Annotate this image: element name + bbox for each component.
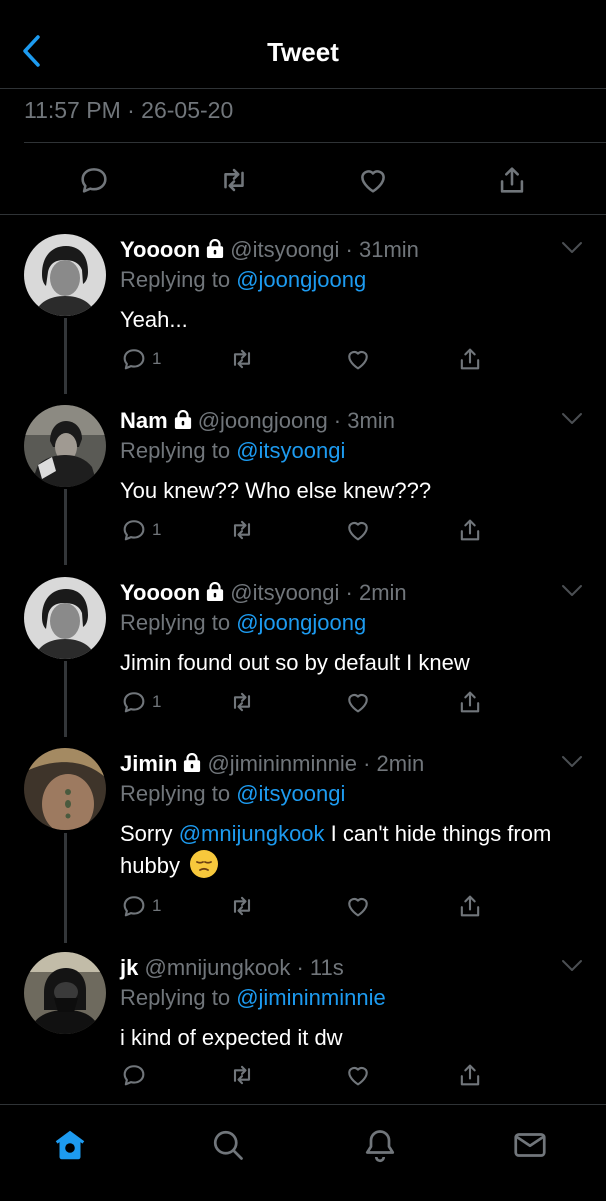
page-title: Tweet <box>267 37 339 67</box>
reply-button[interactable]: 1 <box>120 512 161 548</box>
reply-icon[interactable] <box>76 162 112 198</box>
avatar[interactable] <box>24 748 106 830</box>
reply-button[interactable]: 1 <box>120 888 161 924</box>
mention-link[interactable]: @joongjoong <box>236 610 366 635</box>
replying-to: Replying to @itsyoongi <box>120 781 346 806</box>
reply-icon <box>120 688 148 716</box>
avatar[interactable] <box>24 234 106 316</box>
thread-connector <box>64 833 67 943</box>
replying-to: Replying to @itsyoongi <box>120 438 346 463</box>
post-time: 3min <box>347 408 395 433</box>
reply-button[interactable] <box>120 1057 152 1093</box>
avatar[interactable] <box>24 952 106 1034</box>
user-handle: @itsyoongi <box>230 580 340 605</box>
retweet-icon[interactable] <box>228 684 256 720</box>
chevron-down-icon[interactable] <box>560 958 584 974</box>
tweet-text: Jimin found out so by default I knew <box>120 650 470 675</box>
replying-to: Replying to @jimininminnie <box>120 985 386 1010</box>
display-name[interactable]: Yoooon <box>120 580 200 605</box>
messages-icon[interactable] <box>508 1123 552 1167</box>
share-icon[interactable] <box>456 1057 484 1093</box>
like-icon[interactable] <box>344 1057 372 1093</box>
like-icon[interactable] <box>344 341 372 377</box>
chevron-down-icon[interactable] <box>560 240 584 256</box>
user-handle: @joongjoong <box>197 408 328 433</box>
share-icon[interactable] <box>456 888 484 924</box>
like-icon[interactable] <box>344 888 372 924</box>
post-time: 2min <box>376 751 425 776</box>
post-time: 11s <box>309 955 344 980</box>
post-time: 2min <box>358 580 407 605</box>
chevron-down-icon[interactable] <box>560 754 584 770</box>
tweet-actions: 1 <box>110 341 490 377</box>
avatar[interactable] <box>24 577 106 659</box>
thread-connector <box>64 489 67 565</box>
reply-icon <box>120 516 148 544</box>
bottom-tab-bar <box>0 1104 606 1201</box>
user-handle: @jimininminnie <box>207 751 357 776</box>
post-time: 31min <box>358 237 419 262</box>
replying-to: Replying to @joongjoong <box>120 267 367 292</box>
display-name[interactable]: Jimin <box>120 751 177 776</box>
mention-link[interactable]: @joongjoong <box>236 267 366 292</box>
search-icon[interactable] <box>206 1123 250 1167</box>
display-name[interactable]: jk <box>120 955 138 980</box>
reply-button[interactable]: 1 <box>120 341 161 377</box>
user-handle: @mnijungkook <box>144 955 291 980</box>
share-icon[interactable] <box>456 512 484 548</box>
mention-link[interactable]: @itsyoongi <box>236 781 345 806</box>
thread-connector <box>64 318 67 394</box>
mention-link[interactable]: @itsyoongi <box>236 438 345 463</box>
retweet-icon[interactable] <box>228 512 256 548</box>
tweet-text: Yeah... <box>120 307 188 332</box>
display-name[interactable]: Nam <box>120 408 168 433</box>
home-icon[interactable] <box>48 1123 92 1167</box>
share-icon[interactable] <box>494 162 530 198</box>
user-handle: @itsyoongi <box>230 237 340 262</box>
lock-icon <box>206 239 224 259</box>
lock-icon <box>206 582 224 602</box>
like-icon[interactable] <box>344 684 372 720</box>
tweet-text: i kind of expected it dw <box>120 1025 343 1050</box>
like-icon[interactable] <box>355 162 391 198</box>
reply-icon <box>120 892 148 920</box>
tweet-actions: 1 <box>110 512 490 548</box>
tweet-actions: 1 <box>110 888 490 924</box>
share-icon[interactable] <box>456 341 484 377</box>
chevron-down-icon[interactable] <box>560 411 584 427</box>
lock-icon <box>183 753 201 773</box>
avatar[interactable] <box>24 405 106 487</box>
lock-icon <box>174 410 192 430</box>
top-nav-bar: Tweet <box>0 0 606 89</box>
display-name[interactable]: Yoooon <box>120 237 200 262</box>
tweet-text: Sorry @mnijungkook I can't hide things f… <box>120 821 552 878</box>
tweet-timestamp: 11:57 PM · 26-05-20 <box>24 97 234 123</box>
notifications-icon[interactable] <box>358 1123 402 1167</box>
tweet-actions <box>110 1057 490 1093</box>
divider <box>0 214 606 215</box>
mention-link[interactable]: @jimininminnie <box>236 985 386 1010</box>
mention-link[interactable]: @mnijungkook <box>179 821 325 846</box>
chevron-down-icon[interactable] <box>560 583 584 599</box>
reply-icon <box>120 1061 148 1089</box>
reply-button[interactable]: 1 <box>120 684 161 720</box>
thread-connector <box>64 661 67 737</box>
tweet-text: You knew?? Who else knew??? <box>120 478 432 503</box>
like-icon[interactable] <box>344 512 372 548</box>
replying-to: Replying to @joongjoong <box>120 610 367 635</box>
share-icon[interactable] <box>456 684 484 720</box>
pensive-face-emoji <box>190 850 219 878</box>
reply-icon <box>120 345 148 373</box>
retweet-icon[interactable] <box>228 1057 256 1093</box>
retweet-icon[interactable] <box>228 341 256 377</box>
retweet-icon[interactable] <box>228 888 256 924</box>
divider <box>24 142 606 143</box>
tweet-actions: 1 <box>110 684 490 720</box>
tweet-action-bar <box>0 150 606 210</box>
retweet-icon[interactable] <box>216 162 252 198</box>
